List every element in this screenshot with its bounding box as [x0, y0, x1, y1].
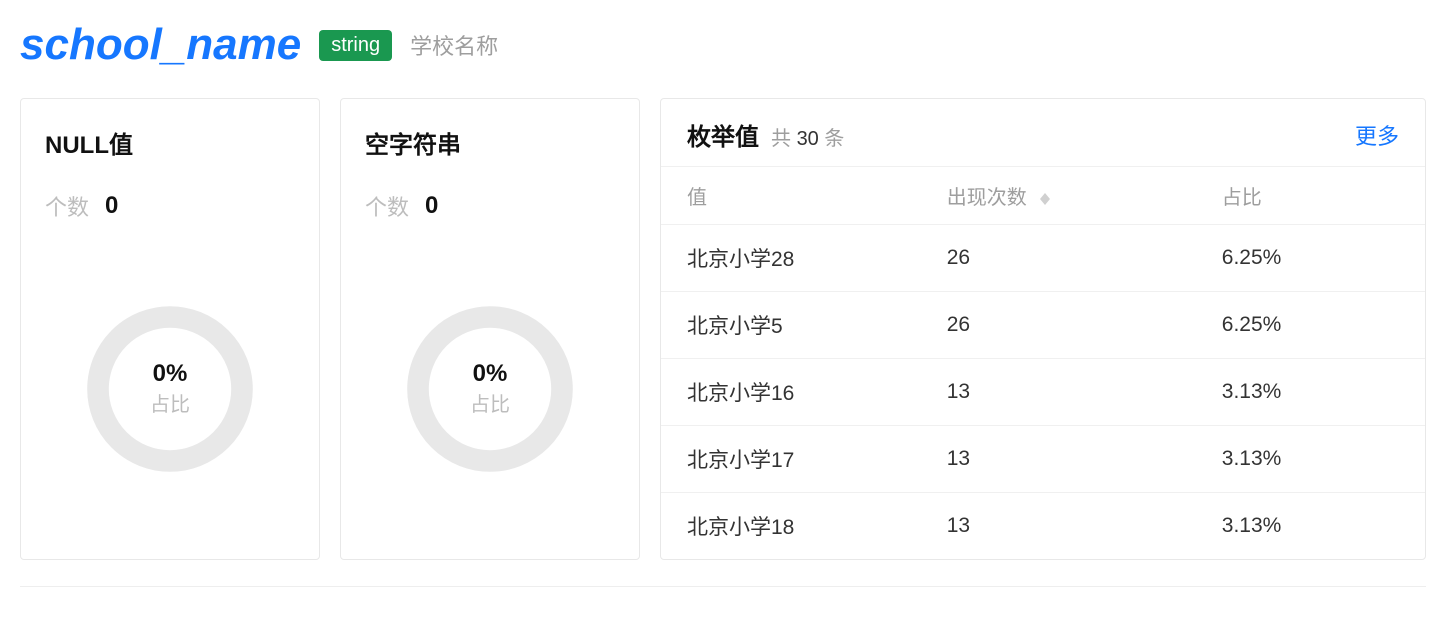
null-ring-text: 0% 占比	[80, 299, 260, 479]
enum-row-count: 13	[921, 426, 1196, 493]
enum-row-value: 北京小学5	[661, 292, 921, 359]
enum-row-ratio: 6.25%	[1196, 292, 1425, 359]
enum-row-ratio: 3.13%	[1196, 493, 1425, 560]
null-count-row: 个数 0	[45, 190, 295, 222]
table-row: 北京小学18133.13%	[661, 493, 1425, 560]
bottom-divider	[20, 586, 1426, 587]
table-row: 北京小学5266.25%	[661, 292, 1425, 359]
null-ring-pct: 0%	[153, 360, 188, 388]
field-type-badge: string	[319, 30, 392, 61]
null-ring-label: 占比	[150, 388, 190, 417]
enum-more-link[interactable]: 更多	[1355, 119, 1399, 151]
enum-total: 共 30 条	[771, 122, 844, 151]
cards-row: NULL值 个数 0 0% 占比 空字符串 个数 0	[20, 98, 1426, 560]
enum-row-value: 北京小学28	[661, 225, 921, 292]
empty-string-card: 空字符串 个数 0 0% 占比	[340, 98, 640, 560]
enum-header: 枚举值 共 30 条 更多	[661, 99, 1425, 166]
enum-title: 枚举值	[687, 117, 759, 152]
empty-ring-text: 0% 占比	[400, 299, 580, 479]
empty-ring-wrap: 0% 占比	[365, 252, 615, 525]
null-value-card: NULL值 个数 0 0% 占比	[20, 98, 320, 560]
enum-row-count: 13	[921, 359, 1196, 426]
empty-ratio-ring: 0% 占比	[400, 299, 580, 479]
enum-header-ratio[interactable]: 占比	[1196, 167, 1425, 225]
enum-total-count: 30	[797, 128, 819, 150]
empty-card-title: 空字符串	[365, 125, 615, 160]
enum-header-count[interactable]: 出现次数	[921, 167, 1196, 225]
enum-total-prefix: 共	[771, 128, 797, 150]
enum-row-ratio: 6.25%	[1196, 225, 1425, 292]
empty-ring-label: 占比	[470, 388, 510, 417]
enum-row-ratio: 3.13%	[1196, 426, 1425, 493]
enum-table-header-row: 值 出现次数 占比	[661, 167, 1425, 225]
enum-table: 值 出现次数 占比 北京小学28266.25%北京小学5266.25%北京小学1…	[661, 166, 1425, 559]
table-row: 北京小学16133.13%	[661, 359, 1425, 426]
field-description: 学校名称	[410, 29, 498, 61]
enum-row-count: 13	[921, 493, 1196, 560]
null-card-title: NULL值	[45, 125, 295, 160]
enum-row-value: 北京小学17	[661, 426, 921, 493]
null-count-label: 个数	[45, 190, 89, 222]
null-ring-wrap: 0% 占比	[45, 252, 295, 525]
enum-header-count-label: 出现次数	[947, 187, 1027, 209]
enum-total-suffix: 条	[819, 128, 845, 150]
sort-down-icon	[1040, 199, 1050, 205]
table-row: 北京小学17133.13%	[661, 426, 1425, 493]
null-count-value: 0	[105, 192, 118, 220]
enum-values-card: 枚举值 共 30 条 更多 值 出现次数 占比	[660, 98, 1426, 560]
empty-count-label: 个数	[365, 190, 409, 222]
empty-count-value: 0	[425, 192, 438, 220]
table-row: 北京小学28266.25%	[661, 225, 1425, 292]
enum-row-value: 北京小学16	[661, 359, 921, 426]
null-ratio-ring: 0% 占比	[80, 299, 260, 479]
enum-row-ratio: 3.13%	[1196, 359, 1425, 426]
enum-table-body: 北京小学28266.25%北京小学5266.25%北京小学16133.13%北京…	[661, 225, 1425, 560]
enum-row-count: 26	[921, 225, 1196, 292]
enum-row-count: 26	[921, 292, 1196, 359]
empty-count-row: 个数 0	[365, 190, 615, 222]
sort-icon[interactable]	[1040, 193, 1050, 205]
field-name-title: school_name	[20, 20, 301, 70]
enum-header-value[interactable]: 值	[661, 167, 921, 225]
field-header: school_name string 学校名称	[20, 20, 1426, 70]
enum-row-value: 北京小学18	[661, 493, 921, 560]
enum-title-group: 枚举值 共 30 条	[687, 117, 844, 152]
empty-ring-pct: 0%	[473, 360, 508, 388]
